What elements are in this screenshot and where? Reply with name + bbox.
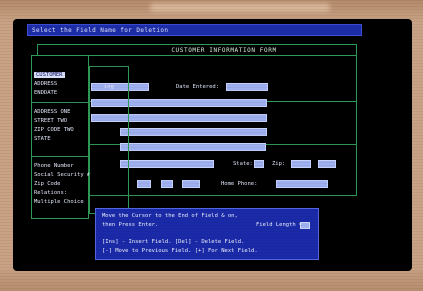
field-length-label: Field Length = [256, 222, 303, 228]
help-dialog: Move the Cursor to the End of Field & on… [95, 208, 319, 260]
help-line-insert-delete: [Ins] - Insert Field. [Del] - Delete Fie… [102, 239, 245, 245]
city-field[interactable] [120, 160, 214, 168]
zip-ext-field[interactable] [318, 160, 336, 168]
menu-item-social-security[interactable]: Social Security # [34, 172, 90, 178]
zip-code-two-field[interactable] [120, 143, 266, 151]
instruction-title-bar: Select the Field Name for Deletion [27, 24, 362, 36]
zip-field[interactable] [291, 160, 311, 168]
menu-item-zip-code[interactable]: Zip Code [34, 181, 61, 187]
menu-item-relations[interactable]: Relations: [34, 190, 67, 196]
date-entered-label: Date Entered: [176, 84, 220, 90]
menu-divider [32, 102, 88, 103]
home-phone-label: Home Phone: [221, 181, 258, 187]
menu-item-address[interactable]: ADDRESS [34, 81, 57, 87]
monitor-bezel-top [0, 0, 423, 20]
menu-item-enddate[interactable]: ENDDATE [34, 90, 57, 96]
menu-item-zip-code-two[interactable]: ZIP CODE TWO [34, 127, 74, 133]
ssn-part2-field[interactable] [161, 180, 173, 188]
help-line-enter: then Press Enter. [102, 222, 159, 228]
menu-item-phone-number[interactable]: Phone Number [34, 163, 74, 169]
help-line-navigate: [-] Move to Previous Field. [+] For Next… [102, 248, 258, 254]
zip-label: Zip: [272, 161, 286, 167]
state-field[interactable] [254, 160, 264, 168]
menu-item-customer[interactable]: CUSTOMER [34, 72, 65, 78]
home-phone-field[interactable] [276, 180, 328, 188]
menu-item-address-one[interactable]: ADDRESS ONE [34, 109, 70, 115]
form-title: CUSTOMER INFORMATION FORM [171, 47, 277, 54]
date-entered-field[interactable] [226, 83, 268, 91]
menu-item-state[interactable]: STATE [34, 136, 51, 142]
bezel-glare [150, 3, 330, 12]
menu-item-multiple-choice[interactable]: Multiple Choice [34, 199, 84, 205]
menu-item-street-two[interactable]: STREET TWO [34, 118, 67, 124]
menu-divider [32, 156, 88, 157]
monitor-bezel-bottom [0, 271, 423, 291]
menu-item-suffix: ing [104, 84, 114, 90]
ssn-part3-field[interactable] [182, 180, 200, 188]
field-length-value[interactable] [300, 222, 310, 229]
state-label: State: [233, 161, 253, 167]
street-two-field[interactable] [120, 128, 267, 136]
field-name-menu: CUSTOMER ADDRESS ENDDATE ADDRESS ONE STR… [31, 55, 90, 219]
help-line-move: Move the Cursor to the End of Field & on… [102, 213, 238, 219]
ssn-part1-field[interactable] [137, 180, 151, 188]
